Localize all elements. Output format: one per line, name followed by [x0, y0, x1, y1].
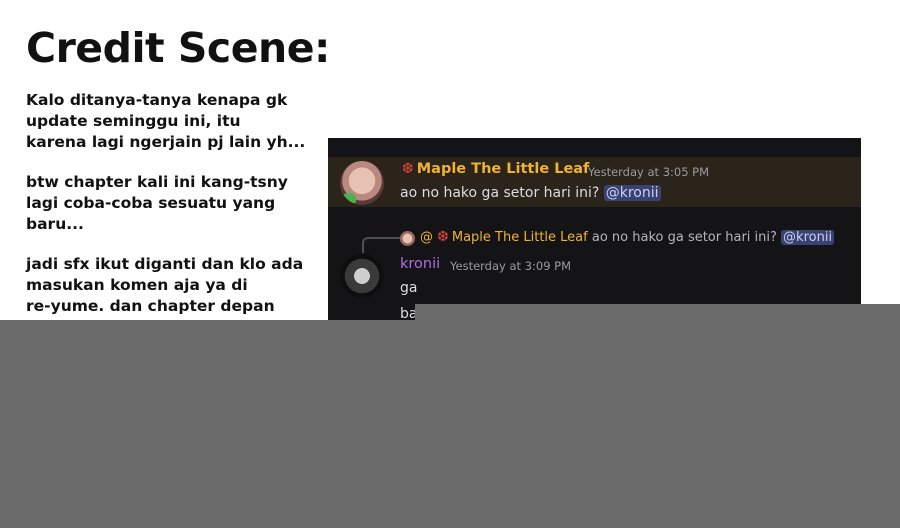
page-title: Credit Scene: [26, 24, 330, 72]
note-paragraph: jadi sfx ikut diganti dan klo ada masuka… [26, 254, 316, 317]
mention[interactable]: @kronii [603, 185, 661, 201]
timestamp: Yesterday at 3:05 PM [588, 165, 710, 179]
note-line: btw chapter kali ini kang-tsny [26, 173, 288, 191]
username[interactable]: ❆ Maple The Little Leaf [402, 161, 589, 177]
avatar [400, 231, 415, 246]
message-text: ga [400, 280, 418, 296]
note-line: Kalo ditanya-tanya kenapa gk [26, 91, 288, 109]
leaf-icon [342, 193, 356, 203]
note-line: jadi sfx ikut diganti dan klo ada [26, 255, 304, 273]
timestamp: Yesterday at 3:09 PM [450, 259, 572, 273]
mention[interactable]: @kronii [781, 230, 835, 245]
chat-message-highlighted: ❆ Maple The Little Leaf Yesterday at 3:05… [328, 157, 861, 207]
message-text: ao no hako ga setor hari ini? @kronii [400, 185, 661, 201]
reply-preview[interactable]: @ ❆ Maple The Little Leaf ao no hako ga s… [420, 229, 835, 245]
username[interactable]: kronii [400, 256, 440, 272]
avatar[interactable] [340, 254, 384, 298]
chat-screenshot: ❆ Maple The Little Leaf Yesterday at 3:05… [328, 138, 861, 328]
note-line: update seminggu ini, itu [26, 112, 241, 130]
avatar[interactable] [340, 161, 384, 205]
note-line: lagi coba-coba sesuatu yang [26, 194, 276, 212]
note-line: baru... [26, 215, 84, 233]
maple-leaf-icon: ❆ [402, 161, 414, 177]
note-line: masukan komen aja ya di [26, 276, 248, 294]
note-line: karena lagi ngerjain pj lain yh... [26, 133, 306, 151]
reply-connector-icon [362, 237, 400, 253]
credit-notes: Kalo ditanya-tanya kenapa gk update semi… [26, 90, 316, 336]
note-paragraph: btw chapter kali ini kang-tsny lagi coba… [26, 172, 316, 235]
note-line: re-yume. dan chapter depan [26, 297, 275, 315]
note-paragraph: Kalo ditanya-tanya kenapa gk update semi… [26, 90, 316, 153]
cover-overlay [0, 320, 900, 528]
maple-leaf-icon: ❆ [437, 229, 449, 245]
